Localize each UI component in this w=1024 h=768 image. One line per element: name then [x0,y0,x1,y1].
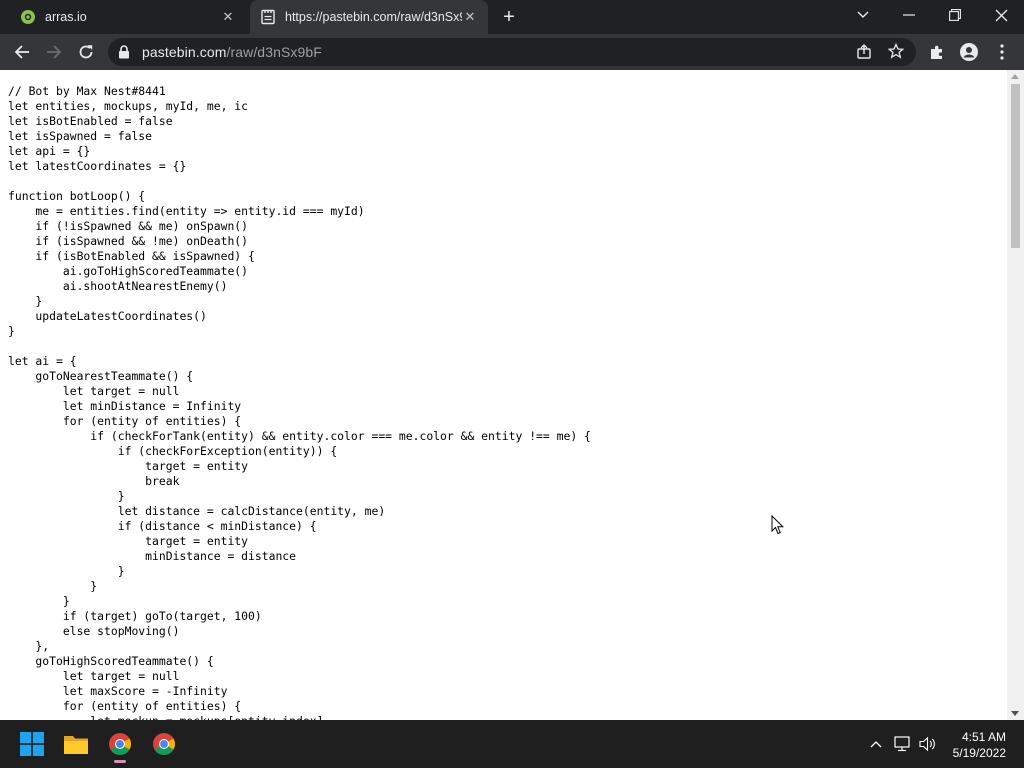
active-app-indicator [114,760,126,763]
scroll-down-arrow-icon[interactable] [1011,711,1019,716]
chevron-up-icon[interactable] [866,734,886,754]
volume-icon[interactable] [918,734,938,754]
close-icon[interactable]: ✕ [462,9,478,25]
tab-title: arras.io [45,10,87,24]
clock-time: 4:51 AM [961,730,1006,744]
url-text: pastebin.com/raw/d3nSx9bF [142,44,322,60]
forward-arrow-icon[interactable] [40,38,68,66]
clock-date: 5/19/2022 [952,746,1006,760]
close-icon[interactable]: ✕ [220,9,236,25]
raw-code-text: // Bot by Max Nest#8441 let entities, mo… [8,84,591,720]
tab-arras[interactable]: arras.io ✕ [8,0,246,34]
scroll-up-arrow-icon[interactable] [1011,74,1019,79]
lock-icon[interactable] [118,45,130,64]
profile-icon[interactable] [955,38,983,66]
plus-icon[interactable]: + [498,7,520,27]
tab-pastebin[interactable]: https://pastebin.com/raw/d3nSx9 ✕ [250,0,488,34]
windows-start-icon[interactable] [16,728,48,760]
close-window-icon[interactable] [978,0,1024,30]
share-icon[interactable] [856,44,872,65]
url-path: /raw/d3nSx9bF [226,44,322,60]
network-icon[interactable] [893,734,913,754]
back-arrow-icon[interactable] [8,38,36,66]
minimize-icon[interactable] [886,0,932,30]
chrome-icon[interactable] [104,728,136,763]
system-clock[interactable]: 4:51 AM 5/19/2022 [953,729,1006,761]
tab-title: https://pastebin.com/raw/d3nSx9 [285,10,462,24]
scrollbar-thumb[interactable] [1011,84,1020,248]
restore-icon[interactable] [932,0,978,30]
kebab-menu-icon[interactable] [988,38,1016,66]
page-content: // Bot by Max Nest#8441 let entities, mo… [0,70,1007,720]
tab-strip: arras.io ✕ https://pastebin.com/raw/d3nS… [0,0,1024,34]
reload-icon[interactable] [72,38,100,66]
address-bar[interactable]: pastebin.com/raw/d3nSx9bF [108,38,916,66]
scrollbar[interactable] [1007,70,1024,720]
arras-favicon-icon [20,9,36,25]
file-explorer-icon[interactable] [60,728,92,760]
browser-toolbar: pastebin.com/raw/d3nSx9bF [0,34,1024,70]
mouse-cursor-icon [771,514,785,540]
pastebin-favicon-icon [260,9,276,25]
puzzle-icon[interactable] [923,38,951,66]
chrome-icon[interactable] [148,728,180,760]
windows-taskbar: 4:51 AM 5/19/2022 [0,720,1024,768]
chevron-down-icon[interactable] [840,0,886,30]
star-icon[interactable] [887,42,905,64]
url-host: pastebin.com [142,44,227,60]
